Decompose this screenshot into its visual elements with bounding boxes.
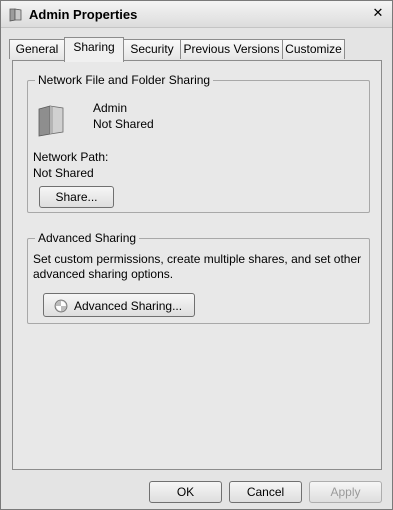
properties-dialog: Admin Properties ✕ General Sharing Secur…: [0, 0, 393, 510]
ok-button[interactable]: OK: [149, 481, 222, 503]
tab-previous-versions[interactable]: Previous Versions: [180, 39, 283, 59]
network-sharing-group: Network File and Folder Sharing Admin No…: [27, 73, 370, 213]
shield-icon: [54, 299, 68, 313]
folder-name: Admin: [93, 101, 128, 115]
apply-button[interactable]: Apply: [309, 481, 382, 503]
cancel-button[interactable]: Cancel: [229, 481, 302, 503]
tab-previous-versions-label: Previous Versions: [183, 42, 280, 56]
tab-security-label: Security: [130, 42, 174, 56]
folder-icon: [38, 105, 64, 137]
network-path-label: Network Path:: [33, 150, 109, 164]
sharing-tab-panel: Network File and Folder Sharing Admin No…: [12, 60, 382, 470]
tab-general-label: General: [15, 42, 59, 56]
close-button[interactable]: ✕: [370, 5, 386, 21]
folder-share-status: Not Shared: [93, 117, 154, 131]
advanced-sharing-description-line2: advanced sharing options.: [33, 267, 174, 281]
advanced-sharing-description-line1: Set custom permissions, create multiple …: [33, 252, 362, 266]
tab-general[interactable]: General: [9, 39, 65, 59]
advanced-sharing-button-label: Advanced Sharing...: [74, 299, 183, 313]
tab-security[interactable]: Security: [123, 39, 181, 59]
close-icon: ✕: [372, 5, 384, 20]
tab-sharing[interactable]: Sharing: [64, 37, 124, 62]
folder-icon: [9, 8, 22, 22]
share-button[interactable]: Share...: [39, 186, 114, 208]
window-title: Admin Properties: [29, 7, 138, 22]
tab-customize-label: Customize: [285, 42, 342, 56]
network-path-value: Not Shared: [33, 166, 94, 180]
tab-sharing-label: Sharing: [73, 40, 115, 54]
advanced-sharing-group-title: Advanced Sharing: [35, 231, 140, 245]
title-bar[interactable]: Admin Properties ✕: [1, 1, 392, 28]
tab-customize[interactable]: Customize: [282, 39, 345, 59]
network-sharing-group-title: Network File and Folder Sharing: [35, 73, 214, 87]
advanced-sharing-group: Advanced Sharing Set custom permissions,…: [27, 231, 370, 324]
advanced-sharing-button[interactable]: Advanced Sharing...: [43, 293, 195, 317]
